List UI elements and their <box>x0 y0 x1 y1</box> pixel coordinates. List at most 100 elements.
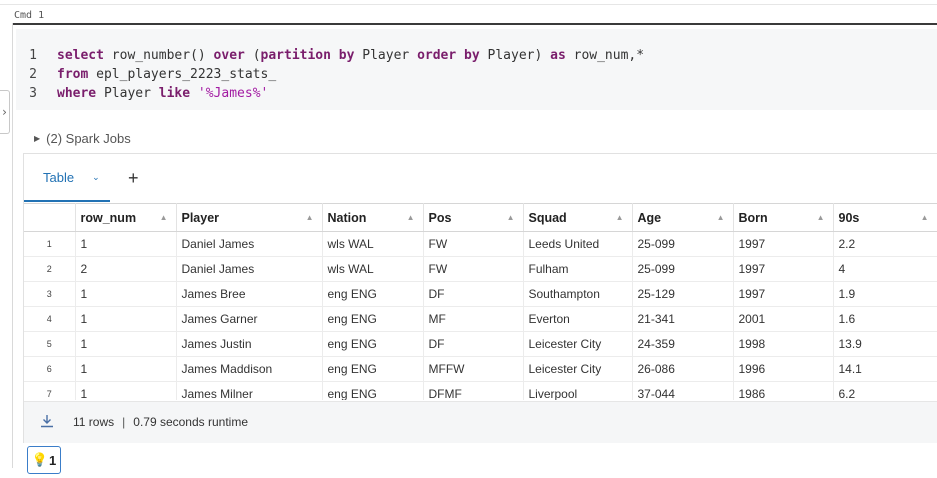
table-cell[interactable]: James Garner <box>176 306 323 332</box>
column-header[interactable]: Nation ▲ <box>322 203 424 232</box>
table-cell[interactable]: 1 <box>75 281 177 307</box>
download-icon[interactable] <box>40 414 54 428</box>
table-cell[interactable]: 21-341 <box>632 306 734 332</box>
column-header[interactable]: Pos ▲ <box>423 203 524 232</box>
table-cell[interactable]: 2.2 <box>833 231 937 257</box>
table-cell[interactable]: MF <box>423 306 524 332</box>
spark-jobs-toggle[interactable]: ▶ (2) Spark Jobs <box>34 131 131 146</box>
table-cell[interactable]: 1997 <box>733 256 834 282</box>
table-cell[interactable]: 14.1 <box>833 356 937 382</box>
table-cell[interactable]: 26-086 <box>632 356 734 382</box>
table-cell[interactable]: 1 <box>75 331 177 357</box>
table-cell[interactable]: Leicester City <box>523 331 633 357</box>
table-cell[interactable]: 37-044 <box>632 381 734 400</box>
line-number: 3 <box>29 86 37 101</box>
table-cell[interactable]: 13.9 <box>833 331 937 357</box>
table-cell[interactable]: 24-359 <box>632 331 734 357</box>
table-cell[interactable]: DF <box>423 331 524 357</box>
table-cell[interactable]: Daniel James <box>176 256 323 282</box>
table-cell[interactable]: 6.2 <box>833 381 937 400</box>
table-row[interactable]: 1 1 Daniel James wls WAL FW Leeds United 25-09… <box>24 231 937 257</box>
table-cell[interactable]: Daniel James <box>176 231 323 257</box>
code-token: over <box>213 48 253 63</box>
sort-triangle-icon[interactable]: ▲ <box>717 213 725 222</box>
table-cell[interactable]: 1997 <box>733 281 834 307</box>
table-cell[interactable]: 1996 <box>733 356 834 382</box>
table-cell[interactable]: 1 <box>75 231 177 257</box>
table-cell[interactable]: Southampton <box>523 281 633 307</box>
sort-triangle-icon[interactable]: ▲ <box>921 213 929 222</box>
table-cell[interactable]: James Justin <box>176 331 323 357</box>
sort-triangle-icon[interactable]: ▲ <box>817 213 825 222</box>
table-cell[interactable]: Everton <box>523 306 633 332</box>
code-editor[interactable]: 1 select row_number() over (partition by … <box>16 29 937 110</box>
table-cell[interactable]: 1997 <box>733 231 834 257</box>
sort-triangle-icon[interactable]: ▲ <box>306 213 314 222</box>
table-cell[interactable]: James Maddison <box>176 356 323 382</box>
code-token: like <box>158 86 198 101</box>
table-cell[interactable]: FW <box>423 231 524 257</box>
code-token: partition by <box>260 48 363 63</box>
column-header[interactable]: Age ▲ <box>632 203 734 232</box>
table-cell[interactable]: FW <box>423 256 524 282</box>
table-cell[interactable]: eng ENG <box>322 356 424 382</box>
add-tab-button[interactable]: + <box>128 168 139 189</box>
table-cell[interactable]: MFFW <box>423 356 524 382</box>
table-cell[interactable]: 4 <box>833 256 937 282</box>
table-row[interactable]: 2 2 Daniel James wls WAL FW Fulham 25-099 1997 4 <box>24 256 937 282</box>
table-cell[interactable]: 1 <box>75 306 177 332</box>
column-header[interactable]: 90s ▲ <box>833 203 937 232</box>
table-row[interactable]: 7 1 James Milner eng ENG DFMF Liverpool 37-044… <box>24 381 937 400</box>
code-token: '%James%' <box>197 86 269 101</box>
sort-triangle-icon[interactable]: ▲ <box>407 213 415 222</box>
table-cell[interactable]: 25-099 <box>632 231 734 257</box>
table-cell[interactable]: 2001 <box>733 306 834 332</box>
collapse-toggle[interactable]: › <box>0 90 10 134</box>
table-cell[interactable]: DFMF <box>423 381 524 400</box>
table-row[interactable]: 5 1 James Justin eng ENG DF Leicester City 24-… <box>24 331 937 357</box>
table-cell[interactable]: 1 <box>75 356 177 382</box>
table-cell[interactable]: eng ENG <box>322 281 424 307</box>
hint-badge[interactable]: 💡 1 <box>27 446 61 474</box>
table-cell[interactable]: Leeds United <box>523 231 633 257</box>
code-token: row_num,* <box>573 48 645 63</box>
table-cell[interactable]: eng ENG <box>322 381 424 400</box>
table-cell[interactable]: 1 <box>75 381 177 400</box>
sort-triangle-icon[interactable]: ▲ <box>507 213 515 222</box>
row-index: 2 <box>24 256 76 282</box>
table-cell[interactable]: 2 <box>75 256 177 282</box>
table-cell[interactable]: eng ENG <box>322 306 424 332</box>
code-token: Player <box>362 48 418 63</box>
runtime: 0.79 seconds runtime <box>133 415 248 429</box>
column-header[interactable]: Player ▲ <box>176 203 323 232</box>
code-token: ( <box>252 48 261 63</box>
table-cell[interactable]: Liverpool <box>523 381 633 400</box>
table-cell[interactable]: Fulham <box>523 256 633 282</box>
table-cell[interactable]: James Bree <box>176 281 323 307</box>
table-cell[interactable]: 25-129 <box>632 281 734 307</box>
chevron-down-icon[interactable]: ⌄ <box>92 172 100 183</box>
table-cell[interactable]: 1.9 <box>833 281 937 307</box>
table-cell[interactable]: Leicester City <box>523 356 633 382</box>
table-cell[interactable]: wls WAL <box>322 231 424 257</box>
table-cell[interactable]: DF <box>423 281 524 307</box>
table-row[interactable]: 4 1 James Garner eng ENG MF Everton 21-341 2001… <box>24 306 937 332</box>
table-cell[interactable]: wls WAL <box>322 256 424 282</box>
sort-triangle-icon[interactable]: ▲ <box>160 213 168 222</box>
table-cell[interactable]: 25-099 <box>632 256 734 282</box>
table-cell[interactable]: 1986 <box>733 381 834 400</box>
table-cell[interactable]: 1.6 <box>833 306 937 332</box>
column-header[interactable]: Born ▲ <box>733 203 834 232</box>
column-header[interactable]: row_num ▲ <box>75 203 177 232</box>
table-row[interactable]: 6 1 James Maddison eng ENG MFFW Leicester Cit… <box>24 356 937 382</box>
tab-table-label: Table <box>43 170 75 185</box>
expand-triangle-icon: ▶ <box>34 134 41 143</box>
column-header-label: 90s <box>838 210 860 225</box>
table-row[interactable]: 3 1 James Bree eng ENG DF Southampton 25-129 19… <box>24 281 937 307</box>
column-header[interactable]: Squad ▲ <box>523 203 633 232</box>
table-cell[interactable]: eng ENG <box>322 331 424 357</box>
sort-triangle-icon[interactable]: ▲ <box>616 213 624 222</box>
table-cell[interactable]: 1998 <box>733 331 834 357</box>
tab-table[interactable]: Table ⌄ <box>43 170 100 185</box>
table-cell[interactable]: James Milner <box>176 381 323 400</box>
